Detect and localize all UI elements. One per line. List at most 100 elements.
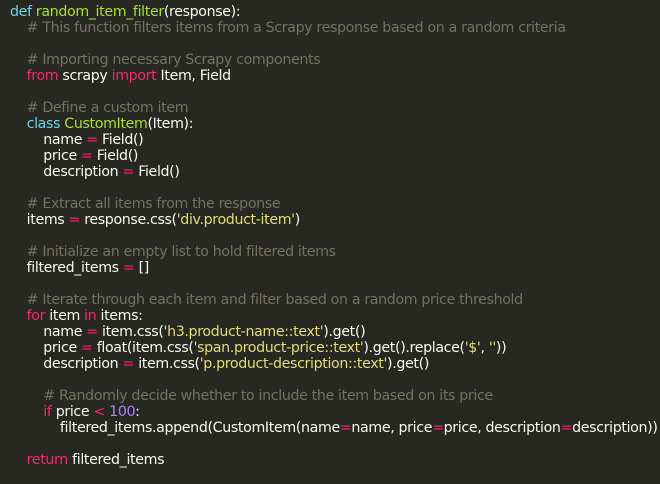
code-token: name, price bbox=[351, 420, 433, 436]
code-line: filtered_items = [] bbox=[10, 260, 660, 276]
code-line: # Initialize an empty list to hold filte… bbox=[10, 244, 660, 260]
code-line: class CustomItem(Item): bbox=[10, 116, 660, 132]
keyword-token: def bbox=[10, 4, 32, 20]
operator-token: from bbox=[26, 68, 59, 84]
operator-token: for bbox=[26, 308, 46, 324]
code-token: name bbox=[10, 324, 87, 340]
code-token: (response): bbox=[163, 4, 241, 20]
comment-token: # Initialize an empty list to hold filte… bbox=[10, 244, 336, 260]
code-token: item.css( bbox=[134, 356, 200, 372]
class-name-token: CustomItem bbox=[64, 116, 148, 132]
operator-token: = bbox=[68, 212, 81, 228]
code-token: price bbox=[10, 340, 81, 356]
code-line: name = item.css('h3.product-name::text')… bbox=[10, 324, 660, 340]
code-token: ).get() bbox=[323, 324, 366, 340]
keyword-token: class bbox=[26, 116, 61, 132]
operator-token: < bbox=[93, 404, 105, 420]
operator-token: in bbox=[84, 308, 97, 324]
code-line: # Define a custom item bbox=[10, 100, 660, 116]
code-token: description bbox=[10, 356, 123, 372]
operator-token: = bbox=[339, 420, 352, 436]
code-line: if price < 100: bbox=[10, 404, 660, 420]
code-token: ).get() bbox=[387, 356, 430, 372]
code-token: item bbox=[45, 308, 85, 324]
code-line: # This function filters items from a Scr… bbox=[10, 20, 660, 36]
operator-token: = bbox=[122, 356, 135, 372]
code-token: [] bbox=[134, 260, 150, 276]
code-line: items = response.css('div.product-item') bbox=[10, 212, 660, 228]
code-token: ).get().replace( bbox=[363, 340, 465, 356]
operator-token: return bbox=[26, 452, 69, 468]
string-token: '' bbox=[488, 340, 496, 356]
operator-token: = bbox=[81, 148, 93, 164]
code-token: filtered_items bbox=[10, 260, 123, 276]
code-token: price bbox=[10, 148, 81, 164]
comment-token: # Define a custom item bbox=[10, 100, 189, 116]
code-line: price = float(item.css('span.product-pri… bbox=[10, 340, 660, 356]
number-token: 100 bbox=[109, 404, 136, 420]
code-token: description)) bbox=[572, 420, 658, 436]
code-token: , bbox=[480, 340, 489, 356]
operator-token: = bbox=[86, 324, 98, 340]
code-token: Field() bbox=[92, 148, 139, 164]
string-token: 'p.product-description::text' bbox=[199, 356, 388, 372]
string-token: 'h3.product-name::text' bbox=[163, 324, 324, 340]
string-token: 'span.product-price::text' bbox=[193, 340, 364, 356]
string-token: '$' bbox=[464, 340, 481, 356]
code-token: )) bbox=[495, 340, 507, 356]
code-line: # Randomly decide whether to include the… bbox=[10, 388, 660, 404]
comment-token: # Iterate through each item and filter b… bbox=[10, 292, 524, 308]
code-line: description = Field() bbox=[10, 164, 660, 180]
operator-token: = bbox=[122, 164, 135, 180]
operator-token: import bbox=[111, 68, 157, 84]
code-token: items bbox=[10, 212, 69, 228]
operator-token: = bbox=[560, 420, 573, 436]
code-token: response.css( bbox=[80, 212, 177, 228]
code-line: filtered_items.append(CustomItem(name=na… bbox=[10, 420, 660, 436]
code-line: return filtered_items bbox=[10, 452, 660, 468]
code-token: filtered_items bbox=[67, 452, 165, 468]
code-line: name = Field() bbox=[10, 132, 660, 148]
code-token: ) bbox=[294, 212, 301, 228]
code-line: # Iterate through each item and filter b… bbox=[10, 292, 660, 308]
string-token: 'div.product-item' bbox=[176, 212, 295, 228]
code-token: : bbox=[135, 404, 140, 420]
code-token: (Item): bbox=[147, 116, 194, 132]
comment-token: # Extract all items from the response bbox=[10, 196, 281, 212]
comment-token: # Importing necessary Scrapy components bbox=[10, 52, 321, 68]
comment-token: # Randomly decide whether to include the… bbox=[10, 388, 493, 404]
code-token: item.css( bbox=[97, 324, 164, 340]
function-name-token: random_item_filter bbox=[35, 4, 164, 20]
code-token: Field() bbox=[134, 164, 180, 180]
code-line: # Extract all items from the response bbox=[10, 196, 660, 212]
comment-token: # This function filters items from a Scr… bbox=[10, 20, 566, 36]
code-token: float(item.css( bbox=[92, 340, 194, 356]
code-line: description = item.css('p.product-descri… bbox=[10, 356, 660, 372]
code-token: price bbox=[51, 404, 94, 420]
code-line: price = Field() bbox=[10, 148, 660, 164]
code-line: def random_item_filter(response): bbox=[10, 4, 660, 20]
code-token: filtered_items.append(CustomItem(name bbox=[10, 420, 340, 436]
code-line: from scrapy import Item, Field bbox=[10, 68, 660, 84]
code-token: scrapy bbox=[58, 68, 112, 84]
code-editor[interactable]: def random_item_filter(response): # This… bbox=[0, 0, 660, 484]
operator-token: = bbox=[81, 340, 93, 356]
operator-token: if bbox=[43, 404, 52, 420]
code-token: name bbox=[10, 132, 87, 148]
code-token: Field() bbox=[97, 132, 144, 148]
code-token: items: bbox=[96, 308, 143, 324]
code-line: for item in items: bbox=[10, 308, 660, 324]
operator-token: = bbox=[432, 420, 444, 436]
